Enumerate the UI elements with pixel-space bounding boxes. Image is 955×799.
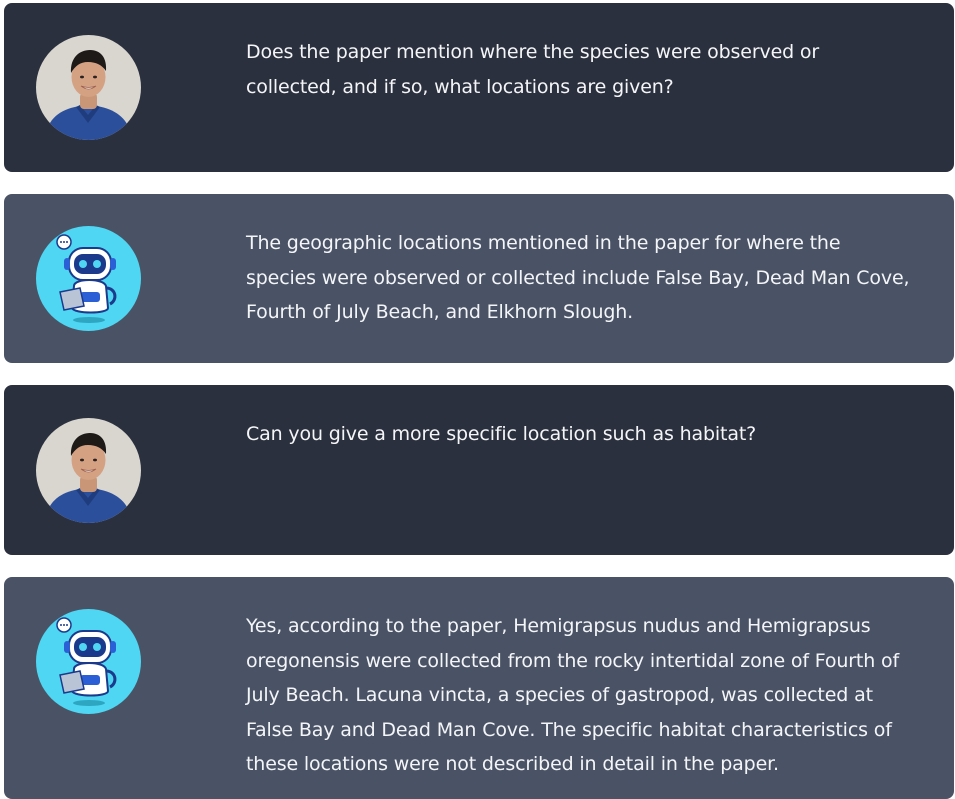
chat-message-user: Can you give a more specific location su… — [4, 385, 954, 555]
message-text: Does the paper mention where the species… — [246, 41, 820, 98]
robot-icon — [36, 609, 141, 714]
chat-history: Does the paper mention where the species… — [4, 3, 954, 799]
user-avatar — [36, 418, 141, 523]
assistant-avatar — [36, 609, 141, 714]
robot-icon — [36, 226, 141, 331]
message-text: Can you give a more specific location su… — [246, 423, 757, 445]
message-text: The geographic locations mentioned in th… — [246, 232, 910, 323]
user-avatar — [36, 35, 141, 140]
chat-message-assistant: Yes, according to the paper, Hemigrapsus… — [4, 577, 954, 799]
user-photo-icon — [36, 35, 141, 140]
chat-message-user: Does the paper mention where the species… — [4, 3, 954, 172]
assistant-avatar — [36, 226, 141, 331]
message-text: Yes, according to the paper, Hemigrapsus… — [246, 615, 900, 775]
user-photo-icon — [36, 418, 141, 523]
chat-message-assistant: The geographic locations mentioned in th… — [4, 194, 954, 363]
